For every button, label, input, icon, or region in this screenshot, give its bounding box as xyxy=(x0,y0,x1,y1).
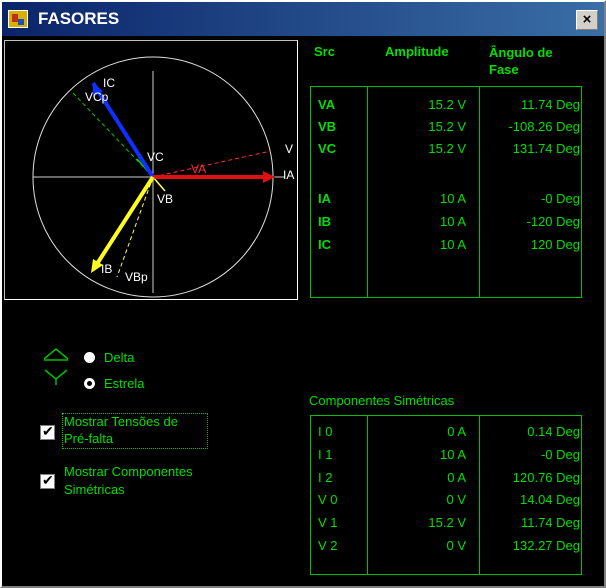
sym-row-amplitude-cell: 15.2 V xyxy=(428,515,466,530)
phasor-row-src-cell: VB xyxy=(318,119,337,134)
label-vc: VC xyxy=(147,150,164,164)
phasor-row-amplitude-cell: 10 A xyxy=(439,191,466,206)
phasor-row-amplitude-cell: 15.2 V xyxy=(428,141,466,156)
phasor-row-angle-cell: 11.74 Deg xyxy=(520,97,580,112)
phasor-diagram: IC VCp VC VA V IA VB IB VBp xyxy=(4,40,298,300)
phasor-row-angle-cell: 131.74 Deg xyxy=(512,141,580,156)
phasor-vb xyxy=(152,176,166,192)
fasores-window: FASORES × IC VCp VC VA V IA VB IB VBp Sr… xyxy=(0,0,606,588)
phasor-row-angle-cell: -0 Deg xyxy=(540,191,580,206)
label-symmetric-2: Simétricas xyxy=(64,482,125,497)
header-amplitude: Amplitude xyxy=(385,44,449,59)
label-estrela: Estrela xyxy=(104,376,145,391)
label-vcp: VCp xyxy=(85,90,109,104)
phasor-row-src-cell: IB xyxy=(318,214,331,229)
label-va-edge: V xyxy=(285,142,293,156)
sym-row-angle-cell: -0 Deg xyxy=(540,447,580,462)
phasor-row-src-cell: VC xyxy=(318,141,337,156)
label-delta: Delta xyxy=(104,350,135,365)
delta-wye-icon xyxy=(43,348,69,385)
sym-row-angle-cell: 120.76 Deg xyxy=(512,470,580,485)
phasor-row-src-cell: IA xyxy=(318,191,331,206)
sym-row-src-cell: V 1 xyxy=(318,515,338,530)
phasor-row-angle-cell: 120 Deg xyxy=(530,237,580,252)
title-bar[interactable]: FASORES × xyxy=(2,2,604,36)
header-angle: Ângulo de Fase xyxy=(489,45,553,77)
sym-row-src-cell: V 0 xyxy=(318,492,338,507)
label-va: VA xyxy=(191,162,206,176)
checkbox-symmetric[interactable] xyxy=(40,472,55,489)
label-vb: VB xyxy=(157,192,173,206)
checkbox-prefault[interactable] xyxy=(40,423,55,440)
header-src: Src xyxy=(314,44,335,59)
label-prefault-2: Pré-falta xyxy=(64,431,114,446)
sym-row-angle-cell: 11.74 Deg xyxy=(520,515,580,530)
phasor-row-angle-cell: -120 Deg xyxy=(526,214,580,229)
window-title: FASORES xyxy=(38,9,120,28)
radio-estrela[interactable] xyxy=(84,378,95,389)
label-symmetric-1: Mostrar Componentes xyxy=(64,464,193,479)
sym-row-src-cell: I 2 xyxy=(318,470,333,485)
sym-row-angle-cell: 0.14 Deg xyxy=(527,424,580,439)
app-icon xyxy=(8,10,28,28)
sym-row-angle-cell: 132.27 Deg xyxy=(512,538,580,553)
phasor-row-amplitude-cell: 15.2 V xyxy=(428,119,466,134)
sym-row-amplitude-cell: 0 V xyxy=(446,492,466,507)
sym-row-angle-cell: 14.04 Deg xyxy=(520,492,580,507)
phasor-row-amplitude-cell: 10 A xyxy=(439,237,466,252)
phasor-row-amplitude-cell: 10 A xyxy=(439,214,466,229)
label-ic: IC xyxy=(103,76,115,90)
phasor-row-angle-cell: -108.26 Deg xyxy=(508,119,580,134)
sym-row-src-cell: I 0 xyxy=(318,424,333,439)
phasor-row-amplitude-cell: 15.2 V xyxy=(428,97,466,112)
phasor-row-src-cell: IC xyxy=(318,237,331,252)
label-prefault-1: Mostrar Tensões de xyxy=(64,414,178,429)
label-ib: IB xyxy=(101,262,112,276)
radio-delta[interactable] xyxy=(84,352,95,363)
sym-row-amplitude-cell: 10 A xyxy=(439,447,466,462)
close-button[interactable]: × xyxy=(576,10,598,30)
symmetric-title: Componentes Simétricas xyxy=(309,393,455,408)
sym-row-amplitude-cell: 0 A xyxy=(447,470,466,485)
content-area: IC VCp VC VA V IA VB IB VBp Src Amplitud… xyxy=(2,36,604,586)
label-ia: IA xyxy=(283,168,294,182)
phasor-ib xyxy=(93,175,155,269)
phasor-canvas: IC VCp VC VA V IA VB IB VBp xyxy=(32,56,294,298)
label-vbp: VBp xyxy=(125,270,148,284)
sym-row-amplitude-cell: 0 A xyxy=(447,424,466,439)
sym-row-src-cell: I 1 xyxy=(318,447,333,462)
sym-row-amplitude-cell: 0 V xyxy=(446,538,466,553)
phasor-va-prefault xyxy=(152,150,272,178)
phasor-row-src-cell: VA xyxy=(318,97,336,112)
sym-row-src-cell: V 2 xyxy=(318,538,338,553)
